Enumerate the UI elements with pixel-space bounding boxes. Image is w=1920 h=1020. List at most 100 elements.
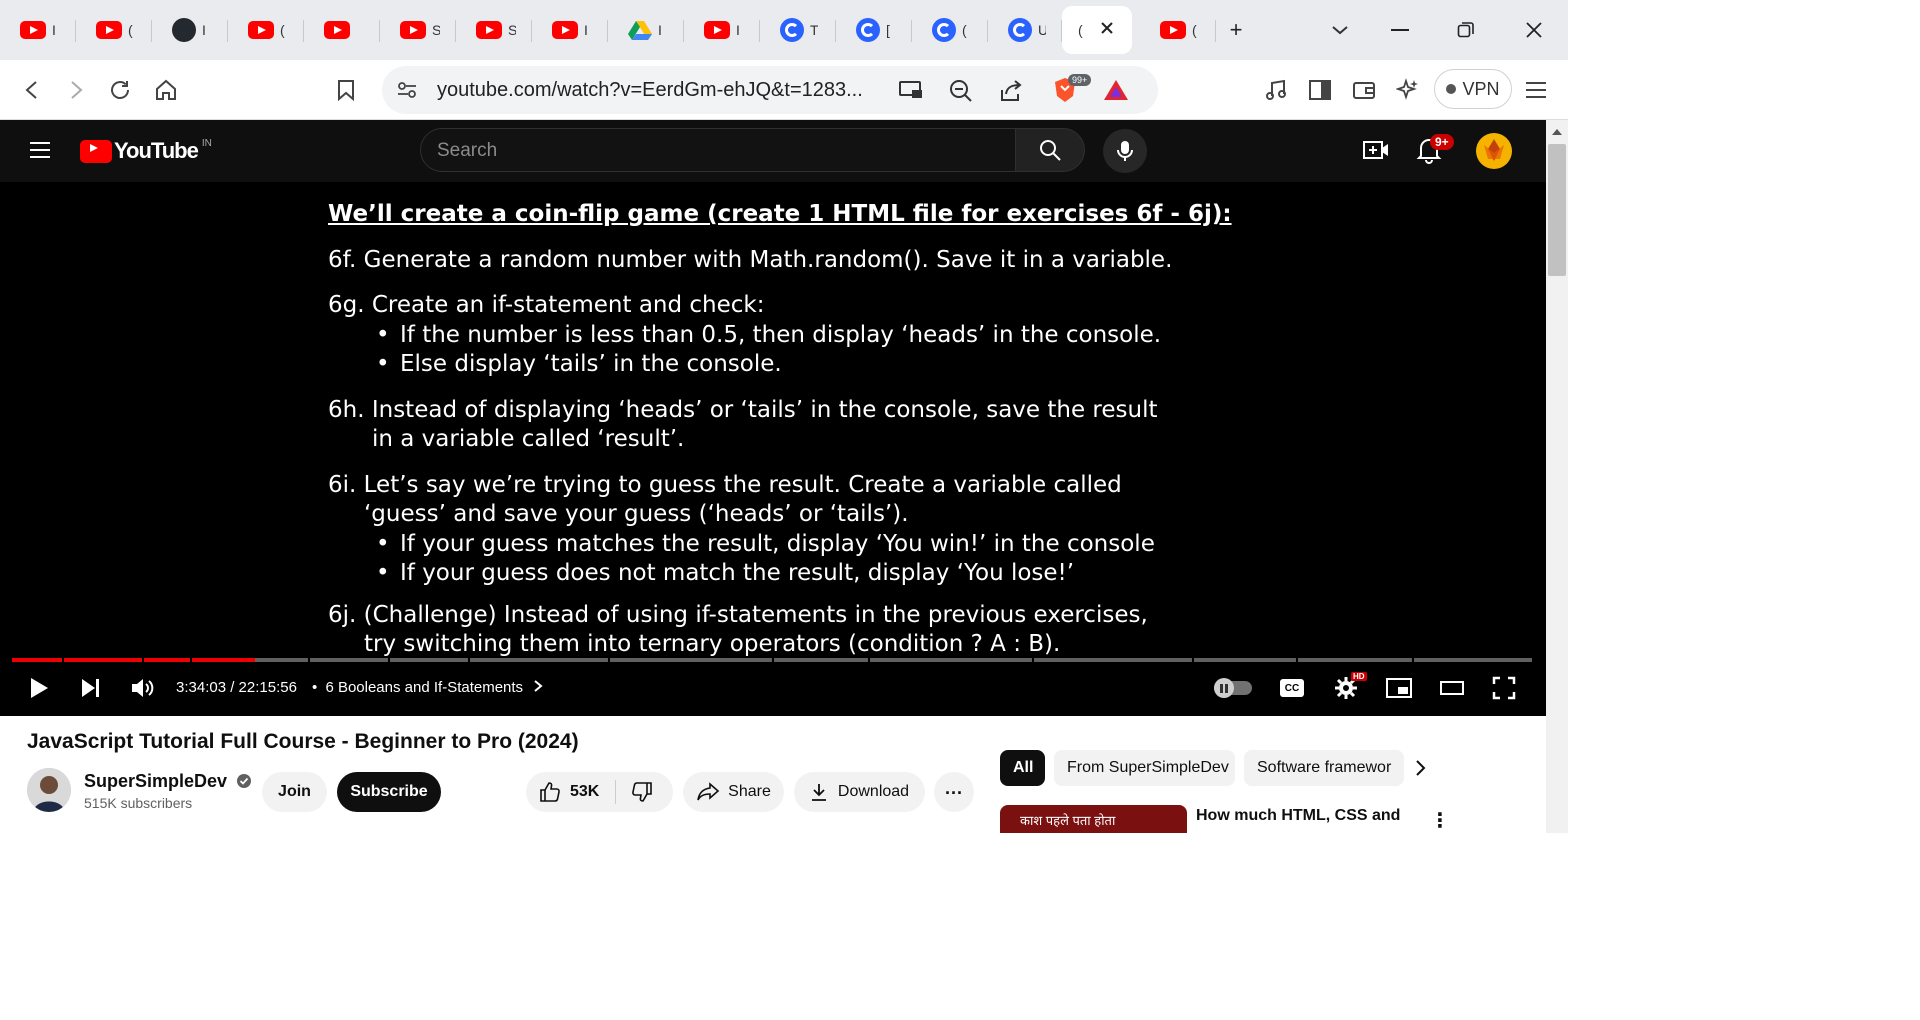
leo-ai-icon[interactable] <box>1392 74 1424 106</box>
browser-tab[interactable]: I <box>684 6 760 54</box>
recommended-title[interactable]: How much HTML, CSS and <box>1196 807 1400 825</box>
exercise-6h-line-2: in a variable called ‘result’. <box>372 426 685 452</box>
browser-tab[interactable] <box>304 6 380 54</box>
chapter-marker <box>1192 658 1194 662</box>
sidebar-toggle-icon[interactable] <box>1304 74 1336 106</box>
miniplayer-icon[interactable] <box>1386 673 1412 703</box>
browser-tab[interactable]: [ <box>836 6 912 54</box>
reload-button[interactable] <box>104 74 136 106</box>
close-window-button[interactable] <box>1518 14 1550 46</box>
new-tab-label: + <box>1229 17 1243 42</box>
minimize-button[interactable] <box>1384 14 1416 46</box>
create-video-icon[interactable] <box>1362 138 1390 167</box>
chapter-title-button[interactable]: • 6 Booleans and If-Statements <box>312 679 543 696</box>
youtube-icon <box>400 21 426 39</box>
browser-tab[interactable]: I <box>152 6 228 54</box>
new-tab-button[interactable]: + <box>1220 14 1252 46</box>
back-button[interactable] <box>16 74 48 106</box>
chip-all[interactable]: All <box>1000 750 1045 786</box>
site-settings-icon[interactable] <box>396 80 418 105</box>
tab-list-chevron-icon[interactable] <box>1324 14 1356 46</box>
fullscreen-icon[interactable] <box>1492 673 1516 703</box>
youtube-header: YouTube IN Search 9+ <box>0 120 1546 182</box>
chromatic-icon <box>1008 18 1032 42</box>
browser-tab[interactable]: ( <box>1062 6 1132 54</box>
next-video-button[interactable] <box>80 673 102 703</box>
join-button[interactable]: Join <box>262 772 327 812</box>
exercise-6i-line-2: ‘guess’ and save your guess (‘heads’ or … <box>364 501 909 527</box>
address-bar[interactable]: youtube.com/watch?v=EerdGm-ehJQ&t=1283..… <box>382 66 1158 114</box>
theater-mode-icon[interactable] <box>1440 673 1464 703</box>
browser-tab[interactable]: I <box>608 6 684 54</box>
channel-avatar[interactable] <box>27 768 71 812</box>
browser-tab[interactable]: I <box>0 6 76 54</box>
share-button[interactable]: Share <box>683 772 784 812</box>
brave-rewards-icon[interactable] <box>1102 78 1130 107</box>
browser-tab[interactable]: T <box>760 6 836 54</box>
recommended-thumbnail[interactable]: काश पहले पता होता <box>1000 805 1187 833</box>
vpn-button[interactable]: VPN <box>1434 69 1512 109</box>
chips-next-chevron-icon[interactable] <box>1410 758 1430 783</box>
browser-tab[interactable]: ( <box>228 6 304 54</box>
download-button[interactable]: Download <box>794 772 925 812</box>
like-button[interactable]: 53K <box>538 780 599 804</box>
media-icon[interactable] <box>1260 74 1292 106</box>
exercise-6j-line-2: try switching them into ternary operator… <box>364 631 1061 657</box>
progress-bar[interactable] <box>12 658 1532 662</box>
region-code: IN <box>201 138 212 149</box>
page-scrollbar[interactable] <box>1546 120 1568 833</box>
zoom-out-icon[interactable] <box>948 78 974 109</box>
chip-from-channel[interactable]: From SuperSimpleDev <box>1054 750 1235 786</box>
bookmark-icon[interactable] <box>330 74 362 106</box>
search-button[interactable] <box>1015 128 1085 172</box>
browser-tab[interactable]: S <box>456 6 532 54</box>
scrollbar-thumb[interactable] <box>1548 144 1566 276</box>
dislike-button[interactable] <box>630 780 654 809</box>
scroll-up-icon[interactable] <box>1546 124 1568 140</box>
forward-button[interactable] <box>60 74 92 106</box>
exercise-6h-line-1: 6h. Instead of displaying ‘heads’ or ‘ta… <box>328 396 1158 423</box>
recommended-menu-icon[interactable]: ⋮ <box>1430 808 1450 833</box>
volume-icon[interactable] <box>130 673 156 703</box>
cast-icon[interactable] <box>898 79 924 106</box>
account-avatar[interactable] <box>1476 133 1512 169</box>
more-actions-button[interactable]: ... <box>934 772 974 812</box>
close-tab-icon[interactable] <box>1100 21 1114 40</box>
captions-button[interactable]: CC <box>1280 673 1304 703</box>
video-player[interactable]: We’ll create a coin-flip game (create 1 … <box>0 182 1546 716</box>
chip-software-frameworks[interactable]: Software framewor <box>1244 750 1404 786</box>
tab-title: I <box>658 22 662 38</box>
search-input[interactable]: Search <box>420 128 1016 172</box>
browser-tab[interactable]: ( <box>1140 6 1216 54</box>
chapter-marker <box>190 658 192 662</box>
exercise-6f: 6f. Generate a random number with Math.r… <box>328 246 1173 273</box>
autoplay-toggle[interactable] <box>1214 673 1252 703</box>
browser-tab[interactable]: ( <box>76 6 152 54</box>
bullet-text: If your guess matches the result, displa… <box>400 530 1155 557</box>
youtube-icon <box>324 21 350 39</box>
browser-tab[interactable]: I <box>532 6 608 54</box>
youtube-logo[interactable]: YouTube IN <box>80 138 212 164</box>
menu-icon[interactable] <box>1520 74 1552 106</box>
browser-tab[interactable]: ( <box>912 6 988 54</box>
voice-search-button[interactable] <box>1103 129 1147 173</box>
hamburger-menu-icon[interactable] <box>28 140 52 165</box>
home-button[interactable] <box>150 74 182 106</box>
browser-tab[interactable]: S <box>380 6 456 54</box>
subscribe-button[interactable]: Subscribe <box>337 772 441 812</box>
chapter-marker <box>1032 658 1034 662</box>
youtube-logo-text: YouTube <box>114 138 199 163</box>
chapter-title: 6 Booleans and If-Statements <box>325 679 524 696</box>
chapter-marker <box>62 658 64 662</box>
wallet-icon[interactable] <box>1348 74 1380 106</box>
download-icon <box>811 784 826 801</box>
share-icon[interactable] <box>998 78 1024 109</box>
url-text[interactable]: youtube.com/watch?v=EerdGm-ehJQ&t=1283..… <box>437 79 863 102</box>
subscriber-count: 515K subscribers <box>84 795 193 811</box>
bullet-text: Else display ‘tails’ in the console. <box>400 351 782 377</box>
restore-button[interactable] <box>1450 14 1482 46</box>
browser-tab[interactable]: U <box>988 6 1062 54</box>
play-button[interactable] <box>28 673 50 703</box>
captions-icon: CC <box>1280 679 1304 697</box>
channel-name[interactable]: SuperSimpleDev <box>84 771 252 792</box>
